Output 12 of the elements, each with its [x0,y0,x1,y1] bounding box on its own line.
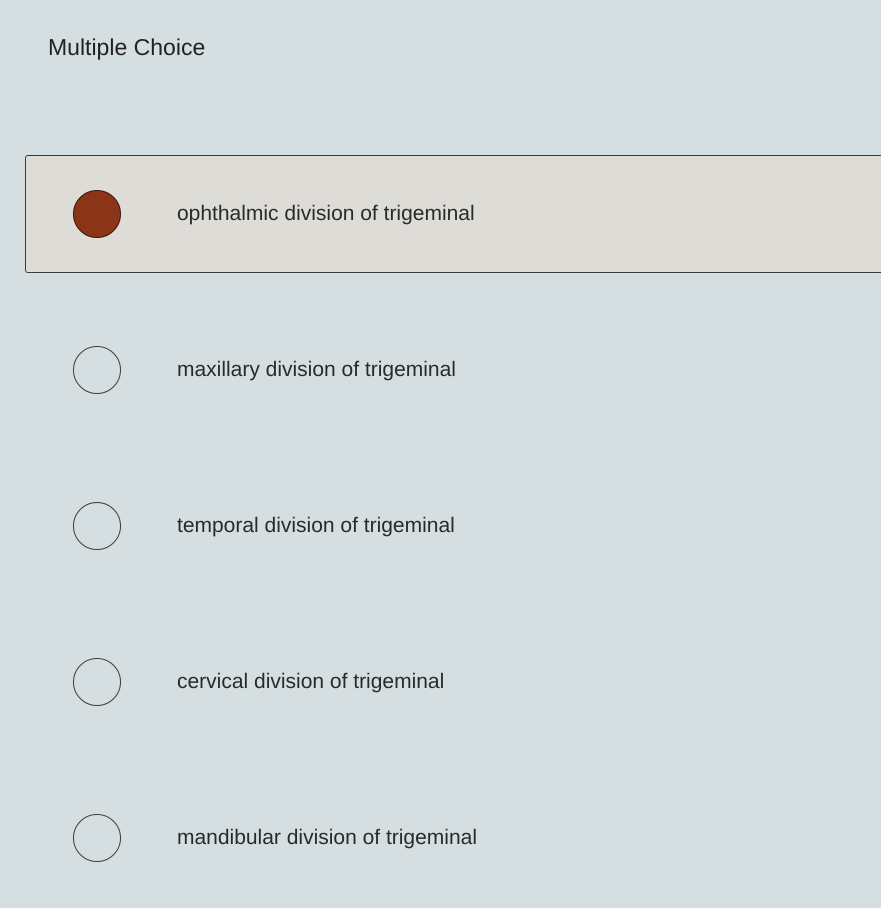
answer-text: temporal division of trigeminal [177,514,455,538]
radio-button[interactable] [73,346,121,394]
answer-text: maxillary division of trigeminal [177,358,456,382]
radio-button[interactable] [73,658,121,706]
answer-text: cervical division of trigeminal [177,670,444,694]
selected-answer-card[interactable]: ophthalmic division of trigeminal [25,155,881,273]
radio-button[interactable] [73,502,121,550]
radio-button[interactable] [73,814,121,862]
radio-button[interactable] [73,190,121,238]
answer-text: mandibular division of trigeminal [177,826,477,850]
question-heading: Multiple Choice [48,33,206,62]
answer-text: ophthalmic division of trigeminal [177,202,475,226]
